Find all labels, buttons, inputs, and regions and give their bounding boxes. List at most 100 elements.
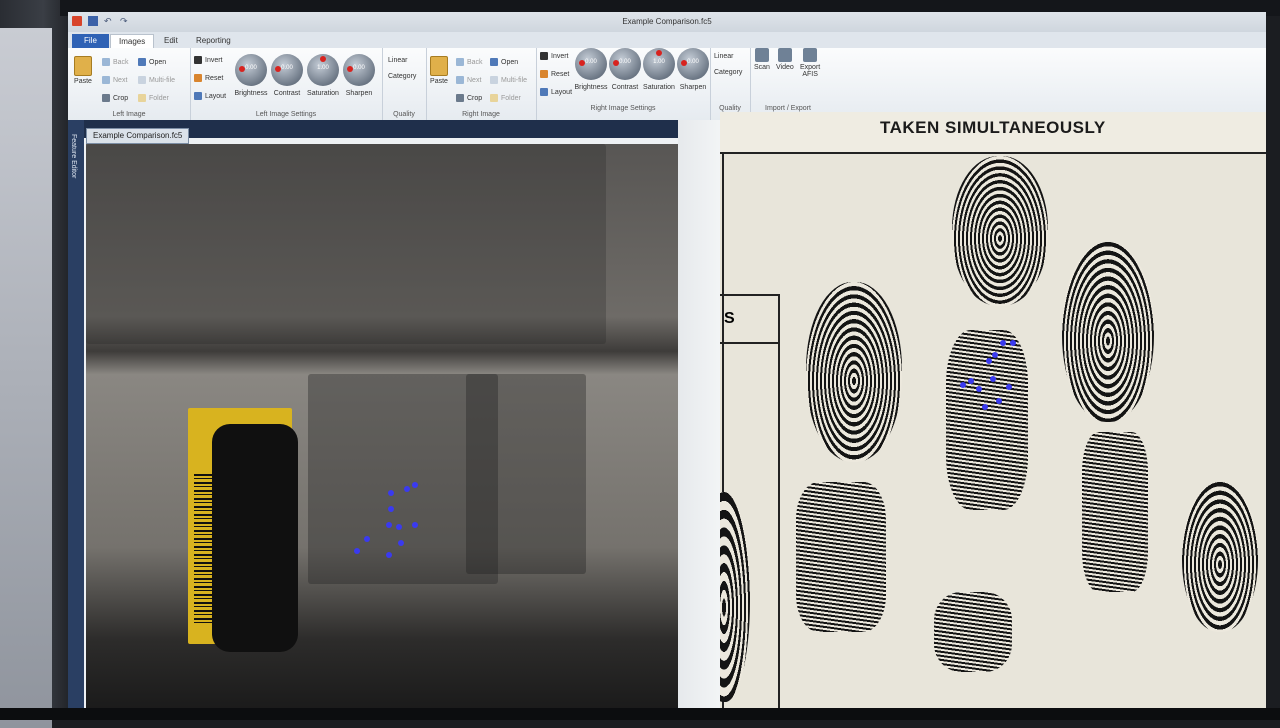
right-paste-button[interactable]: Paste [430,56,448,85]
fingerprint [952,156,1048,306]
open-icon [490,58,498,66]
minutia-marker[interactable] [992,352,998,358]
minutia-marker[interactable] [396,524,402,530]
minutia-marker[interactable] [412,522,418,528]
paste-icon [430,56,448,76]
minutia-marker[interactable] [354,548,360,554]
left-crop-button[interactable]: Crop [102,94,128,102]
left-back-button[interactable]: Back [102,58,129,66]
invert-icon [540,52,548,60]
minutia-marker[interactable] [990,376,996,382]
pane-divider[interactable] [678,120,722,720]
left-multifile-button[interactable]: Multi-file [138,76,175,84]
right-sharpen-knob[interactable]: 0.00 Sharpen [676,48,710,91]
minutia-marker[interactable] [1010,340,1016,346]
group-quality-left: Linear Category Quality [382,48,427,120]
right-reset-button[interactable]: Reset [540,70,569,78]
minutia-marker[interactable] [960,382,966,388]
minutia-marker[interactable] [398,540,404,546]
left-image-pane[interactable] [86,144,678,720]
right-image-pane[interactable]: TAKEN SIMULTANEOUSLY S [720,112,1266,720]
right-multifile-button[interactable]: Multi-file [490,76,527,84]
right-linear-button[interactable]: Linear [714,50,733,64]
group-label-right-settings: Right Image Settings [590,105,656,112]
next-icon [456,76,464,84]
right-brightness-knob[interactable]: 0.00 Brightness [574,48,608,91]
left-open-button[interactable]: Open [138,58,166,66]
group-right-image: Paste Back Next Crop Open Multi-file Fol… [426,48,537,120]
minutia-marker[interactable] [388,506,394,512]
monitor-bezel-left [0,0,72,728]
left-category-button[interactable]: Category [388,70,416,84]
minutia-marker[interactable] [982,404,988,410]
minutia-marker[interactable] [996,398,1002,404]
right-next-button[interactable]: Next [456,76,481,84]
left-folder-button[interactable]: Folder [138,94,169,102]
left-invert-button[interactable]: Invert [194,56,223,64]
fingerprint [806,282,902,462]
scan-button[interactable]: Scan [754,48,770,71]
fingerprint [934,592,1012,672]
feature-editor-panel[interactable]: Feature Editor [68,120,84,720]
brick [466,374,586,574]
group-label-left-settings: Left Image Settings [255,111,317,118]
minutia-marker[interactable] [364,536,370,542]
minutia-marker[interactable] [404,486,410,492]
left-next-button[interactable]: Next [102,76,127,84]
left-saturation-knob[interactable]: 1.00 Saturation [306,54,340,97]
group-quality-right: Linear Category Quality [710,48,751,120]
minutia-marker[interactable] [1006,384,1012,390]
ribbon: Paste Back Next Crop Open Multi-file Fol… [68,48,1266,121]
group-label-quality-right: Quality [719,105,741,112]
minutia-marker[interactable] [976,386,982,392]
right-contrast-knob[interactable]: 0.00 Contrast [608,48,642,91]
export-afis-button[interactable]: Export AFIS [800,48,820,78]
right-open-button[interactable]: Open [490,58,518,66]
minutia-marker[interactable] [388,490,394,496]
title-bar: ↶ ↷ Example Comparison.fc5 [68,12,1266,32]
group-label-quality-left: Quality [393,111,415,118]
tab-images[interactable]: Images [110,34,155,49]
card-header-text: TAKEN SIMULTANEOUSLY [880,118,1106,137]
tab-file[interactable]: File [72,34,109,48]
tab-reporting[interactable]: Reporting [188,34,239,48]
paste-icon [74,56,92,76]
secondary-monitor [0,28,52,728]
left-brightness-knob[interactable]: 0.00 Brightness [234,54,268,97]
tab-edit[interactable]: Edit [156,34,186,48]
document-tab[interactable]: Example Comparison.fc5 [86,128,190,144]
right-back-button[interactable]: Back [456,58,483,66]
card-box: S [720,294,780,344]
minutia-marker[interactable] [968,378,974,384]
brick [86,144,606,344]
group-right-image-settings: Invert Reset Layout 0.00 Brightness 0.00 C… [536,48,711,120]
right-invert-button[interactable]: Invert [540,52,569,60]
back-icon [102,58,110,66]
left-reset-button[interactable]: Reset [194,74,223,82]
left-contrast-knob[interactable]: 0.00 Contrast [270,54,304,97]
right-saturation-knob[interactable]: 1.00 Saturation [642,48,676,91]
left-paste-button[interactable]: Paste [74,56,92,85]
right-crop-button[interactable]: Crop [456,94,482,102]
minutia-marker[interactable] [412,482,418,488]
folder-icon [490,94,498,102]
left-linear-button[interactable]: Linear [388,54,407,68]
minutia-marker[interactable] [386,552,392,558]
application-window: ↶ ↷ Example Comparison.fc5 File Images E… [68,12,1266,720]
left-sharpen-knob[interactable]: 0.00 Sharpen [342,54,376,97]
right-category-button[interactable]: Category [714,66,742,80]
window-title: Example Comparison.fc5 [622,17,712,26]
video-button[interactable]: Video [776,48,794,71]
layout-icon [540,88,548,96]
right-folder-button[interactable]: Folder [490,94,521,102]
group-import-export: Scan Video Export AFIS Import / Export [750,48,826,120]
right-layout-button[interactable]: Layout [540,88,572,96]
card-line [778,340,780,720]
left-layout-button[interactable]: Layout [194,92,226,100]
minutia-marker[interactable] [1000,340,1006,346]
minutia-marker[interactable] [386,522,392,528]
minutia-marker[interactable] [986,358,992,364]
group-label-right-image: Right Image [462,111,500,118]
reset-icon [540,70,548,78]
group-left-image: Paste Back Next Crop Open Multi-file Fol… [68,48,191,120]
